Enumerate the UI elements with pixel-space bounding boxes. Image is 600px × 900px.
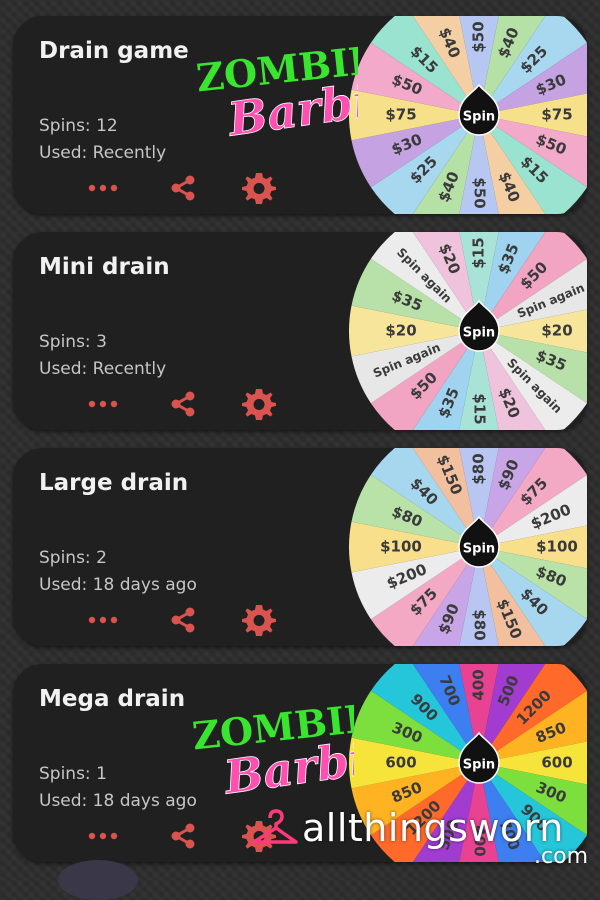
wheel-card-mini-drain[interactable]: Mini drain Spins: 3 Used: Recently $35 $5…	[13, 232, 587, 430]
zombie-barbie-logo: ZOMBIE Barbie	[194, 37, 358, 138]
spins-count: Spins: 12	[39, 116, 118, 136]
wheel-segment-label: 600	[541, 754, 572, 772]
more-button[interactable]	[83, 818, 123, 854]
settings-button[interactable]	[239, 170, 279, 206]
last-used: Used: 18 days ago	[39, 575, 197, 595]
last-used: Used: Recently	[39, 143, 167, 163]
card-actions	[83, 602, 293, 638]
gear-icon	[242, 605, 276, 636]
spin-wheel[interactable]: $90$75$200$100$80$40$150 $80 $90$75$200$10…	[347, 448, 587, 646]
wheel-segment-label: $75	[385, 106, 416, 124]
zombie-barbie-logo: ZOMBIE Barbie	[190, 695, 354, 796]
spin-label[interactable]: Spin	[463, 326, 495, 341]
spins-count: Spins: 2	[39, 548, 107, 568]
gear-icon	[242, 173, 276, 204]
more-horizontal-icon	[88, 616, 118, 624]
more-button[interactable]	[83, 170, 123, 206]
more-button[interactable]	[83, 386, 123, 422]
wheel-card-large-drain[interactable]: Large drain Spins: 2 Used: 18 days ago $…	[13, 448, 587, 646]
wheel-segment-label: $20	[541, 322, 572, 340]
wheel-segment-label: $80	[470, 453, 488, 484]
wheel-segment-label: 600	[385, 754, 416, 772]
wheel-segment-label: $80	[471, 609, 489, 640]
more-horizontal-icon	[88, 400, 118, 408]
share-button[interactable]	[163, 602, 203, 638]
wheel-segment-label: $100	[380, 538, 422, 556]
settings-button[interactable]	[239, 386, 279, 422]
share-icon	[171, 823, 195, 849]
settings-button[interactable]	[239, 602, 279, 638]
last-used: Used: Recently	[39, 359, 167, 379]
hanger-icon	[252, 809, 298, 844]
wheel-title: Mega drain	[39, 686, 186, 712]
spins-count: Spins: 1	[39, 764, 107, 784]
wheel-segment-label: $15	[471, 393, 489, 424]
card-actions	[83, 386, 293, 422]
wheel-segment-label: $15	[470, 237, 488, 268]
spin-wheel[interactable]: $35$50Spin again$20$35Spin again$20 $15 $3…	[347, 232, 587, 430]
share-icon	[171, 607, 195, 633]
wheel-segment-label: $100	[536, 538, 578, 556]
spins-count: Spins: 3	[39, 332, 107, 352]
wheel-title: Mini drain	[39, 254, 170, 280]
share-button[interactable]	[163, 818, 203, 854]
wheel-title: Large drain	[39, 470, 189, 496]
more-horizontal-icon	[88, 184, 118, 192]
gear-icon	[242, 389, 276, 420]
share-icon	[171, 175, 195, 201]
spin-wheel[interactable]: $40$25$30$75$50$15$40 $50 $40$25$30$75$50$…	[347, 16, 587, 214]
last-used: Used: 18 days ago	[39, 791, 197, 811]
allthingsworn-watermark: allthingsworn .com	[250, 806, 590, 870]
wheel-title: Drain game	[39, 38, 189, 64]
wheel-segment-label: $20	[385, 322, 416, 340]
card-actions	[83, 170, 293, 206]
spin-label[interactable]: Spin	[463, 542, 495, 557]
watermark-suffix: .com	[534, 844, 588, 869]
share-button[interactable]	[163, 386, 203, 422]
share-button[interactable]	[163, 170, 203, 206]
share-icon	[171, 391, 195, 417]
wheel-segment-label: $50	[471, 177, 489, 208]
watermark-text: allthingsworn	[302, 806, 564, 850]
spin-label[interactable]: Spin	[463, 110, 495, 125]
more-button[interactable]	[83, 602, 123, 638]
more-horizontal-icon	[88, 832, 118, 840]
spin-label[interactable]: Spin	[463, 758, 495, 773]
wheel-segment-label: $75	[541, 106, 572, 124]
wheel-segment-label: 400	[470, 669, 488, 700]
wheel-segment-label: $50	[470, 21, 488, 52]
bottom-decor	[58, 860, 138, 900]
